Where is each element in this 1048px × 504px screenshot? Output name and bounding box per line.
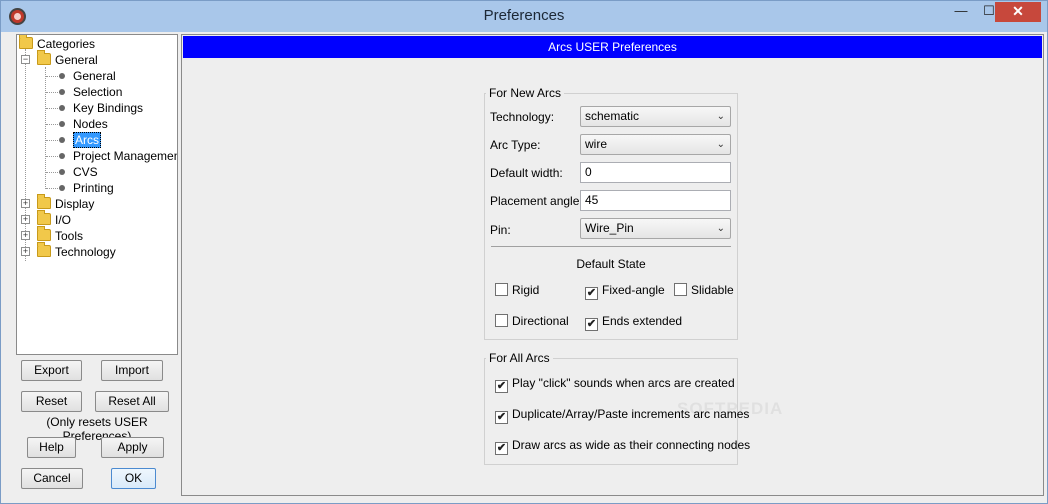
help-button[interactable]: Help — [27, 437, 76, 458]
tree-item-categories[interactable]: Categories — [19, 35, 95, 52]
leaf-bullet-icon — [59, 169, 65, 175]
default-state-title: Default State — [576, 257, 646, 271]
tree-item-project-management[interactable]: Project Management — [59, 148, 177, 164]
minimize-button[interactable]: — — [947, 2, 975, 22]
new-arcs-group — [484, 93, 738, 340]
tree-guide-line — [45, 67, 46, 189]
wide-arcs-checkbox[interactable]: ✔ Draw arcs as wide as their connecting n… — [495, 437, 750, 455]
import-button[interactable]: Import — [101, 360, 163, 381]
new-arcs-title: For New Arcs — [486, 86, 565, 100]
cancel-button[interactable]: Cancel — [21, 468, 83, 489]
technology-label: Technology: — [490, 110, 555, 124]
arc-type-select[interactable]: wire ⌄ — [580, 134, 731, 155]
checkbox-box — [495, 283, 508, 296]
expand-icon[interactable]: + — [21, 247, 30, 256]
preferences-panel: Arcs USER Preferences For New Arcs Techn… — [181, 34, 1044, 496]
leaf-bullet-icon — [59, 153, 65, 159]
all-arcs-title: For All Arcs — [486, 351, 553, 365]
tree-item-key-bindings[interactable]: Key Bindings — [59, 100, 143, 116]
checkmark-icon: ✔ — [585, 287, 598, 300]
checkmark-icon: ✔ — [495, 380, 508, 393]
tree-item-general[interactable]: General — [37, 50, 98, 68]
rigid-checkbox[interactable]: Rigid — [495, 282, 539, 298]
ok-button[interactable]: OK — [111, 468, 156, 489]
leaf-bullet-icon — [59, 121, 65, 127]
folder-icon — [37, 210, 51, 225]
tree-item-nodes[interactable]: Nodes — [59, 116, 108, 132]
folder-icon — [37, 194, 51, 209]
leaf-bullet-icon — [59, 185, 65, 191]
close-button[interactable]: ✕ — [995, 2, 1041, 22]
checkmark-icon: ✔ — [495, 411, 508, 424]
watermark: SOFTPEDIA — [677, 399, 784, 418]
checkmark-icon: ✔ — [585, 318, 598, 331]
placement-angle-label: Placement angle: — [490, 194, 583, 208]
placement-angle-field[interactable]: 45 — [580, 190, 731, 211]
fixed-angle-checkbox[interactable]: ✔ Fixed-angle — [585, 282, 665, 300]
expand-icon[interactable]: + — [21, 215, 30, 224]
collapse-icon[interactable]: − — [21, 55, 30, 64]
tree-item-selection[interactable]: Selection — [59, 84, 122, 100]
checkbox-box — [674, 283, 687, 296]
category-tree[interactable]: Categories − General General Selection K… — [16, 34, 178, 355]
arc-type-label: Arc Type: — [490, 138, 541, 152]
chevron-down-icon: ⌄ — [716, 223, 725, 234]
leaf-bullet-icon — [59, 73, 65, 79]
tree-item-printing[interactable]: Printing — [59, 180, 114, 196]
reset-all-button[interactable]: Reset All — [95, 391, 169, 412]
pin-label: Pin: — [490, 223, 511, 237]
folder-icon — [37, 50, 51, 65]
pin-select[interactable]: Wire_Pin ⌄ — [580, 218, 731, 239]
expand-icon[interactable]: + — [21, 231, 30, 240]
leaf-bullet-icon — [59, 105, 65, 111]
preferences-window: Preferences — ☐ ✕ Categories − General G… — [0, 0, 1048, 504]
tree-item-arcs-label: Arcs — [73, 132, 101, 148]
folder-icon — [19, 35, 33, 49]
reset-button[interactable]: Reset — [21, 391, 82, 412]
leaf-bullet-icon — [59, 89, 65, 95]
export-button[interactable]: Export — [21, 360, 82, 381]
folder-icon — [37, 226, 51, 241]
ends-extended-checkbox[interactable]: ✔ Ends extended — [585, 313, 682, 331]
slidable-checkbox[interactable]: Slidable — [674, 282, 734, 298]
default-width-label: Default width: — [490, 166, 563, 180]
leaf-bullet-icon — [59, 137, 65, 143]
tree-item-arcs[interactable]: Arcs — [59, 132, 101, 148]
checkbox-box — [495, 314, 508, 327]
folder-icon — [37, 242, 51, 257]
window-title: Preferences — [483, 7, 565, 24]
title-bar: Preferences — ☐ ✕ — [1, 1, 1047, 32]
panel-header: Arcs USER Preferences — [183, 36, 1042, 58]
apply-button[interactable]: Apply — [101, 437, 164, 458]
separator — [491, 246, 731, 247]
tree-item-display[interactable]: Display — [37, 194, 94, 212]
default-width-field[interactable]: 0 — [580, 162, 731, 183]
directional-checkbox[interactable]: Directional — [495, 313, 569, 329]
tree-item-cvs[interactable]: CVS — [59, 164, 98, 180]
tree-item-technology[interactable]: Technology — [37, 242, 116, 260]
technology-select[interactable]: schematic ⌄ — [580, 106, 731, 127]
checkmark-icon: ✔ — [495, 442, 508, 455]
expand-icon[interactable]: + — [21, 199, 30, 208]
chevron-down-icon: ⌄ — [716, 111, 725, 122]
tree-item-general-general[interactable]: General — [59, 68, 116, 84]
click-sounds-checkbox[interactable]: ✔ Play "click" sounds when arcs are creat… — [495, 375, 735, 393]
chevron-down-icon: ⌄ — [716, 139, 725, 150]
